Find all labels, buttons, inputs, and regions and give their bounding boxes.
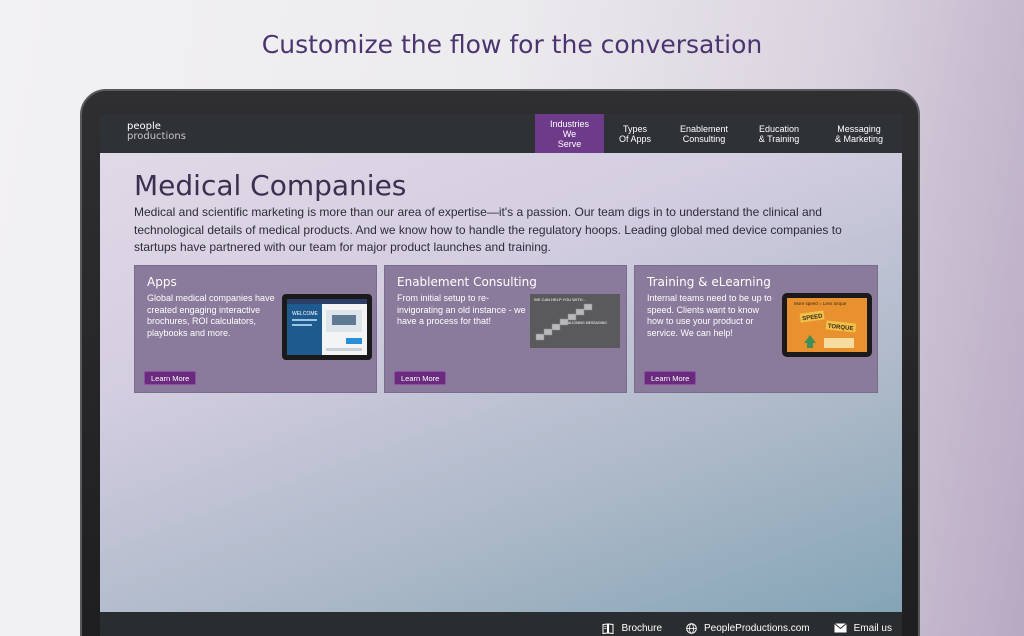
learn-more-button[interactable]: Learn More bbox=[394, 371, 447, 385]
nav-item-industries[interactable]: Industries We Serve bbox=[535, 114, 604, 153]
card-text: From initial setup to re-invigorating an… bbox=[397, 293, 526, 326]
diagram-header: WE CAN HELP YOU WITH... bbox=[534, 297, 586, 302]
diagram-label: ALIGNING MESSAGING bbox=[568, 321, 607, 325]
page-title: Medical Companies bbox=[134, 169, 407, 202]
globe-icon bbox=[686, 622, 697, 634]
footer-website-label: PeopleProductions.com bbox=[704, 622, 810, 634]
nav-menu: Industries We Serve Types Of Apps Enable… bbox=[535, 114, 902, 153]
footer-website-link[interactable]: PeopleProductions.com bbox=[686, 623, 810, 634]
envelope-icon bbox=[833, 623, 847, 633]
card-enablement-consulting: Enablement Consulting From initial setup… bbox=[384, 265, 627, 393]
footer-brochure-label: Brochure bbox=[621, 622, 663, 634]
learn-more-button[interactable]: Learn More bbox=[144, 371, 197, 385]
laptop-screen: people productions Industries We Serve T… bbox=[100, 114, 902, 636]
top-navbar: people productions Industries We Serve T… bbox=[100, 114, 902, 153]
tablet-screen-text: WELCOME bbox=[292, 311, 319, 317]
learn-more-button[interactable]: Learn More bbox=[644, 371, 697, 385]
nav-item-enablement-consulting[interactable]: Enablement Consulting bbox=[666, 114, 742, 153]
footer-bar: Brochure PeopleProductions.com Email us bbox=[100, 612, 902, 636]
consulting-diagram-thumbnail: WE CAN HELP YOU WITH... ALIGNING MESSAGI… bbox=[530, 294, 620, 353]
card-training-elearning: Training & eLearning Internal teams need… bbox=[634, 265, 878, 393]
nav-item-types-of-apps[interactable]: Types Of Apps bbox=[604, 114, 666, 153]
laptop-frame: people productions Industries We Serve T… bbox=[80, 89, 920, 636]
card-apps: Apps Global medical companies have creat… bbox=[134, 265, 377, 393]
card-title: Enablement Consulting bbox=[397, 275, 537, 289]
page-headline: Customize the flow for the conversation bbox=[261, 30, 763, 59]
page-description: Medical and scientific marketing is more… bbox=[134, 205, 842, 254]
nav-item-education-training[interactable]: Education & Training bbox=[742, 114, 816, 153]
people-productions-logo[interactable]: people productions bbox=[127, 122, 186, 142]
footer-email-label: Email us bbox=[853, 622, 892, 634]
card-text: Global medical companies have created en… bbox=[147, 293, 275, 338]
logo-line-2: productions bbox=[127, 131, 186, 142]
footer-email-link[interactable]: Email us bbox=[833, 622, 892, 634]
nav-item-messaging-marketing[interactable]: Messaging & Marketing bbox=[816, 114, 902, 153]
card-title: Training & eLearning bbox=[647, 275, 771, 289]
card-title: Apps bbox=[147, 275, 177, 289]
tablet-app-thumbnail: WELCOME bbox=[282, 294, 372, 365]
footer-brochure-link[interactable]: Brochure bbox=[602, 623, 662, 634]
book-icon bbox=[602, 622, 614, 634]
card-text: Internal teams need to be up to speed. C… bbox=[647, 293, 772, 338]
tablet-training-thumbnail: More speed = Less torque SPEED TORQUE bbox=[782, 293, 872, 362]
training-top-text: More speed = Less torque bbox=[794, 301, 847, 306]
